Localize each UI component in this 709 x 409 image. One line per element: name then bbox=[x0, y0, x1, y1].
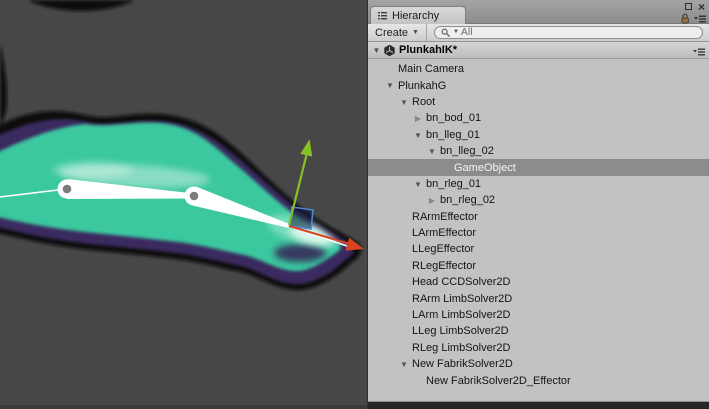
search-text: All bbox=[461, 27, 473, 38]
sprite-highlight-soft bbox=[52, 162, 132, 178]
scene-view[interactable] bbox=[0, 0, 367, 409]
lock-icon[interactable] bbox=[680, 13, 690, 24]
panel-bottom-edge bbox=[368, 401, 709, 409]
tree-row[interactable]: ▼bn_rleg_01 bbox=[368, 176, 709, 192]
tree-row-label: RArmEffector bbox=[412, 211, 478, 223]
tree-row-label: LLegEffector bbox=[412, 243, 474, 255]
tab-hierarchy[interactable]: Hierarchy bbox=[370, 6, 466, 24]
tree-row[interactable]: ▶bn_bod_01 bbox=[368, 110, 709, 126]
scene-header-row[interactable]: ▼ PlunkahIK* bbox=[368, 42, 709, 59]
create-button-label: Create bbox=[375, 27, 408, 39]
panel-tab-bar: Hierarchy × bbox=[368, 0, 709, 24]
tree-row[interactable]: RArmEffector bbox=[368, 209, 709, 225]
tree-row-label: New FabrikSolver2D bbox=[412, 358, 513, 370]
tree-row[interactable]: LLeg LimbSolver2D bbox=[368, 323, 709, 339]
tree-row-label: LArmEffector bbox=[412, 227, 476, 239]
tree-row-label: New FabrikSolver2D_Effector bbox=[426, 375, 571, 387]
create-dropdown-caret-icon: ▼ bbox=[412, 29, 419, 36]
tree-row-label: bn_lleg_02 bbox=[440, 145, 494, 157]
foldout-icon[interactable]: ▼ bbox=[399, 360, 409, 369]
tree-row-label: Root bbox=[412, 96, 435, 108]
foldout-icon[interactable]: ▼ bbox=[413, 131, 423, 140]
scene-menu-icon[interactable] bbox=[693, 47, 705, 57]
tree-row-label: LLeg LimbSolver2D bbox=[412, 325, 509, 337]
tree-row[interactable]: RLeg LimbSolver2D bbox=[368, 340, 709, 356]
tree-row[interactable]: RArm LimbSolver2D bbox=[368, 290, 709, 306]
tree-row[interactable]: ▼PlunkahG bbox=[368, 77, 709, 93]
tree-row-label: bn_lleg_01 bbox=[426, 129, 480, 141]
tree-row[interactable]: GameObject bbox=[368, 159, 709, 175]
hierarchy-tab-icon bbox=[378, 11, 387, 20]
unity-editor-window: Hierarchy × Create bbox=[0, 0, 709, 409]
tree-row[interactable]: LArmEffector bbox=[368, 225, 709, 241]
tree-row-label: GameObject bbox=[454, 162, 516, 174]
foldout-icon[interactable]: ▶ bbox=[427, 196, 437, 205]
tree-row-label: bn_rleg_01 bbox=[426, 178, 481, 190]
tree-row-label: bn_bod_01 bbox=[426, 112, 481, 124]
search-icon bbox=[441, 28, 451, 38]
tree-row-label: PlunkahG bbox=[398, 80, 446, 92]
tree-row-label: Head CCDSolver2D bbox=[412, 276, 510, 288]
foldout-icon[interactable]: ▶ bbox=[413, 114, 423, 123]
scene-foldout-icon[interactable]: ▼ bbox=[372, 46, 381, 55]
unity-cube-icon bbox=[383, 44, 396, 57]
search-input[interactable]: ▼ All bbox=[434, 26, 703, 39]
joint-pivot-1[interactable] bbox=[63, 185, 72, 194]
tree-row[interactable]: Main Camera bbox=[368, 61, 709, 77]
tree-row[interactable]: New FabrikSolver2D_Effector bbox=[368, 372, 709, 388]
tree-row[interactable]: LArm LimbSolver2D bbox=[368, 307, 709, 323]
tree-row[interactable]: ▼bn_lleg_02 bbox=[368, 143, 709, 159]
tree-row[interactable]: LLegEffector bbox=[368, 241, 709, 257]
tree-row-label: RLeg LimbSolver2D bbox=[412, 342, 510, 354]
sprite-shade-patch bbox=[274, 244, 326, 262]
tree-row-label: LArm LimbSolver2D bbox=[412, 309, 510, 321]
hierarchy-toolbar: Create ▼ ▼ All bbox=[368, 24, 709, 42]
scene-bottom-edge bbox=[0, 405, 367, 409]
tree-row[interactable]: RLegEffector bbox=[368, 258, 709, 274]
scene-name: PlunkahIK* bbox=[399, 44, 457, 56]
tree-row[interactable]: ▶bn_rleg_02 bbox=[368, 192, 709, 208]
tree-row[interactable]: ▼Root bbox=[368, 94, 709, 110]
foldout-icon[interactable]: ▼ bbox=[427, 147, 437, 156]
tree-row-label: RArm LimbSolver2D bbox=[412, 293, 512, 305]
window-controls: × bbox=[685, 1, 705, 12]
maximize-icon[interactable] bbox=[685, 3, 692, 10]
create-button[interactable]: Create ▼ bbox=[368, 24, 427, 41]
panel-menu-icon[interactable] bbox=[694, 14, 706, 24]
close-icon[interactable]: × bbox=[698, 2, 705, 12]
tree-row[interactable]: ▼bn_lleg_01 bbox=[368, 127, 709, 143]
foldout-icon[interactable]: ▼ bbox=[413, 180, 423, 189]
tree-row[interactable]: ▼New FabrikSolver2D bbox=[368, 356, 709, 372]
tree-row-label: bn_rleg_02 bbox=[440, 194, 495, 206]
joint-pivot-2[interactable] bbox=[190, 192, 199, 201]
hierarchy-panel: Hierarchy × Create bbox=[367, 0, 709, 409]
foldout-icon[interactable]: ▼ bbox=[385, 81, 395, 90]
tree-row-label: Main Camera bbox=[398, 63, 464, 75]
scene-canvas[interactable] bbox=[0, 0, 367, 409]
tab-title: Hierarchy bbox=[392, 10, 439, 22]
tree-row[interactable]: Head CCDSolver2D bbox=[368, 274, 709, 290]
hierarchy-tree: Main Camera▼PlunkahG▼Root▶bn_bod_01▼bn_l… bbox=[368, 59, 709, 401]
foldout-icon[interactable]: ▼ bbox=[399, 98, 409, 107]
tree-row-label: RLegEffector bbox=[412, 260, 476, 272]
panel-sub-controls bbox=[680, 13, 706, 24]
search-filter-caret-icon[interactable]: ▼ bbox=[453, 29, 459, 36]
